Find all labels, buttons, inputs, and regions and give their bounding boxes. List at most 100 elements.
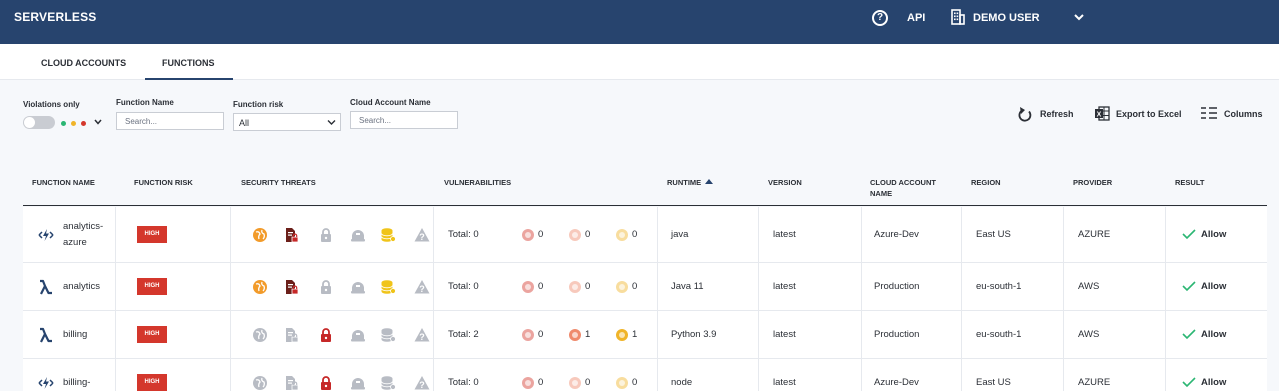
column-header-runtime[interactable]: RUNTIME (667, 177, 714, 188)
column-header-security-threats[interactable]: SECURITY THREATS (241, 177, 316, 188)
function-name[interactable]: billing- (63, 375, 90, 391)
cloud-account-search-input[interactable]: Search... (350, 111, 458, 129)
result-cell: Allow (1182, 377, 1226, 388)
database-icon[interactable] (380, 227, 396, 243)
warning-icon[interactable]: ? (414, 279, 430, 295)
column-header-cloud-account-line1: CLOUD ACCOUNT (870, 178, 936, 187)
column-divider (433, 207, 434, 262)
function-name[interactable]: analytics (63, 279, 100, 295)
column-divider (861, 311, 862, 358)
column-divider (961, 311, 962, 358)
tab-cloud-accounts[interactable]: CLOUD ACCOUNTS (41, 58, 126, 68)
helmet-icon[interactable] (350, 327, 366, 343)
column-divider (115, 207, 116, 262)
lock-icon[interactable] (318, 375, 334, 391)
table-row[interactable]: analytics HIGH? Total: 0 0 0 0 Java 11 latest Pr… (23, 263, 1267, 311)
user-name[interactable]: DEMO USER (973, 12, 1040, 24)
column-header-cloud-account-name[interactable]: CLOUD ACCOUNT NAME (870, 177, 936, 199)
violations-only-label: Violations only (23, 100, 80, 109)
column-header-runtime-label: RUNTIME (667, 178, 702, 187)
helmet-icon[interactable] (350, 279, 366, 295)
function-name[interactable]: billing (63, 327, 87, 343)
column-header-vulnerabilities[interactable]: VULNERABILITIES (444, 177, 511, 188)
lock-icon[interactable] (318, 327, 334, 343)
runtime-cell: Python 3.9 (671, 329, 717, 340)
vulnerability-medium-count: 0 (632, 377, 638, 388)
api-link[interactable]: API (907, 12, 925, 24)
svg-text:?: ? (419, 284, 425, 294)
provider-cell: AZURE (1078, 377, 1111, 388)
globe-icon[interactable] (252, 279, 268, 295)
cloud-account-cell: Production (874, 281, 920, 292)
column-divider (1165, 263, 1166, 310)
column-header-provider[interactable]: PROVIDER (1073, 177, 1112, 188)
table-row[interactable]: billing- HIGH? Total: 0 0 0 0 node latest Azure-… (23, 359, 1267, 391)
provider-cell: AWS (1078, 329, 1100, 340)
function-name-search-input[interactable]: Search... (116, 112, 224, 130)
database-icon[interactable] (380, 375, 396, 391)
column-header-function-risk[interactable]: FUNCTION RISK (134, 177, 193, 188)
helmet-icon[interactable] (350, 227, 366, 243)
azure-function-icon (38, 377, 54, 389)
function-name-line2: azure (63, 237, 87, 248)
database-icon[interactable] (380, 279, 396, 295)
document-lock-icon[interactable] (283, 375, 299, 391)
column-divider (230, 207, 231, 262)
database-icon[interactable] (380, 327, 396, 343)
lock-icon[interactable] (318, 279, 334, 295)
chevron-down-icon[interactable] (1072, 10, 1086, 24)
provider-cell: AWS (1078, 281, 1100, 292)
column-divider (1063, 207, 1064, 262)
column-divider (433, 263, 434, 310)
column-divider (861, 263, 862, 310)
lock-icon[interactable] (318, 227, 334, 243)
column-header-version[interactable]: VERSION (768, 177, 802, 188)
columns-button[interactable]: Columns (1200, 106, 1266, 122)
table-row[interactable]: analytics-azure HIGH? Total: 0 0 0 0 java lates… (23, 207, 1267, 263)
column-divider (115, 311, 116, 358)
region-cell: East US (976, 229, 1011, 240)
function-risk-select[interactable]: All (233, 113, 341, 131)
columns-label: Columns (1224, 109, 1263, 119)
column-divider (657, 359, 658, 391)
svg-text:?: ? (419, 332, 425, 342)
top-navigation-bar: SERVERLESS ? API DEMO USER (0, 0, 1279, 44)
vulnerability-high-icon (569, 329, 581, 341)
function-name-line1: analytics- (63, 221, 104, 232)
document-lock-icon[interactable] (283, 327, 299, 343)
vulnerability-total: Total: 0 (448, 229, 479, 240)
version-cell: latest (773, 329, 796, 340)
document-lock-icon[interactable] (283, 279, 299, 295)
chevron-down-icon[interactable] (94, 118, 102, 126)
column-divider (1165, 207, 1166, 262)
chevron-down-icon (327, 120, 336, 125)
function-name[interactable]: analytics-azure (63, 219, 103, 251)
document-lock-icon[interactable] (283, 227, 299, 243)
result-label: Allow (1201, 329, 1227, 340)
region-cell: eu-south-1 (976, 281, 1022, 292)
globe-icon[interactable] (252, 327, 268, 343)
column-header-result[interactable]: RESULT (1175, 177, 1204, 188)
warning-icon[interactable]: ? (414, 327, 430, 343)
vulnerability-medium-icon (616, 329, 628, 341)
column-header-region[interactable]: REGION (971, 177, 1001, 188)
column-divider (1165, 311, 1166, 358)
tab-functions[interactable]: FUNCTIONS (162, 58, 215, 68)
globe-icon[interactable] (252, 227, 268, 243)
warning-icon[interactable]: ? (414, 227, 430, 243)
cloud-account-cell: Azure-Dev (874, 377, 919, 388)
risk-badge: HIGH (137, 226, 167, 243)
helmet-icon[interactable] (350, 375, 366, 391)
refresh-button[interactable]: Refresh (1018, 106, 1078, 122)
question-circle-icon[interactable]: ? (872, 10, 888, 26)
column-header-function-name[interactable]: FUNCTION NAME (32, 177, 95, 188)
export-to-excel-button[interactable]: X Export to Excel (1094, 106, 1186, 122)
table-row[interactable]: billing HIGH? Total: 2 0 1 1 Python 3.9 latest P… (23, 311, 1267, 359)
vulnerability-high-count: 1 (585, 329, 591, 340)
warning-icon[interactable]: ? (414, 375, 430, 391)
result-cell: Allow (1182, 229, 1226, 240)
cloud-account-cell: Production (874, 329, 920, 340)
globe-icon[interactable] (252, 375, 268, 391)
column-divider (961, 359, 962, 391)
violations-only-toggle[interactable] (23, 116, 55, 129)
